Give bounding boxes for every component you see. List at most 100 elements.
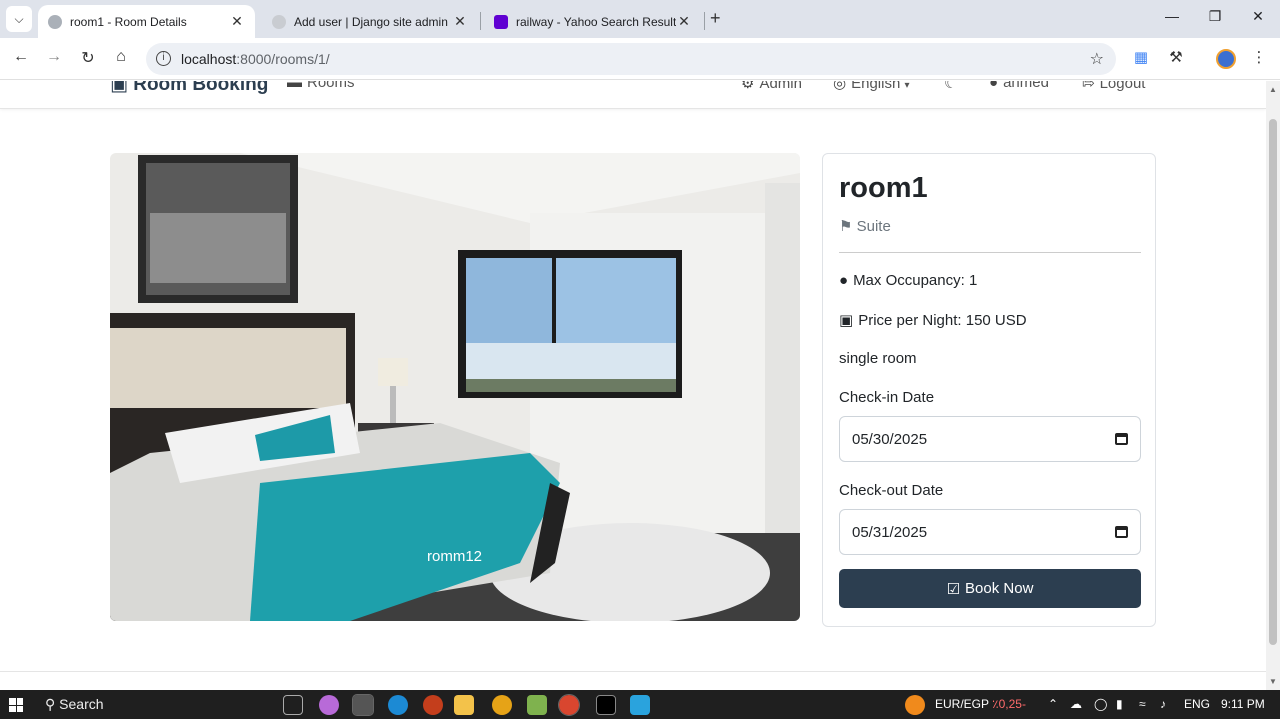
globe-icon (272, 14, 286, 29)
image-caption: romm12 (427, 548, 483, 565)
windows-start-icon[interactable] (9, 698, 23, 712)
search-icon: ⚲ (45, 696, 56, 712)
minimize-icon[interactable]: — (1162, 8, 1182, 24)
tab-title: Add user | Django site admin (294, 14, 448, 29)
calendar-icon[interactable] (1115, 526, 1128, 538)
copilot-icon[interactable] (319, 695, 339, 715)
currency-widget-icon[interactable] (905, 695, 925, 715)
translate-icon[interactable]: ▦ (1130, 48, 1152, 66)
checkin-date-input[interactable]: 05/30/2025 (839, 416, 1141, 462)
wifi-icon[interactable]: ≈ (1139, 697, 1146, 711)
checkout-value: 05/31/2025 (852, 523, 928, 541)
chrome-active-icon[interactable] (558, 694, 580, 716)
checkin-label: Check-in Date (839, 389, 935, 406)
calendar-check-icon: ☑ (946, 580, 961, 598)
site-info-icon[interactable]: i (156, 51, 171, 66)
bookmark-star-icon[interactable]: ☆ (1090, 49, 1104, 69)
nav-language-dropdown[interactable]: ◎ English ▾ (833, 81, 910, 92)
terminal-icon[interactable] (596, 695, 616, 715)
brand-text: Room Booking (133, 81, 269, 95)
home-icon[interactable]: ⌂ (110, 48, 132, 66)
tab-django-admin[interactable]: Add user | Django site admin ✕ (262, 5, 478, 38)
calendar-icon[interactable] (1115, 433, 1128, 445)
profile-avatar[interactable] (1216, 49, 1236, 69)
nav-admin-link[interactable]: ⚙ Admin (741, 81, 802, 92)
logout-icon: ⇰ (1082, 81, 1095, 92)
hotel-icon: ▣ (110, 81, 128, 95)
close-icon[interactable]: ✕ (452, 13, 468, 30)
scroll-up-icon[interactable]: ▲ (1269, 85, 1277, 94)
currency-widget[interactable]: EUR/EGP ٪0,25- (935, 697, 1026, 711)
tab-search-button[interactable]: ⌵ (6, 6, 32, 32)
edge-icon[interactable] (388, 695, 408, 715)
moon-icon: ☾ (944, 81, 958, 92)
tab-divider (704, 12, 705, 30)
page-scrollbar[interactable]: ▲ ▼ (1266, 81, 1280, 690)
browser-tab-strip: ⌵ room1 - Room Details ✕ Add user | Djan… (0, 0, 1280, 38)
nav-language-label: English (851, 81, 901, 92)
window-close-icon[interactable]: ✕ (1248, 8, 1268, 25)
room-category-label: Suite (856, 218, 891, 235)
menu-kebab-icon[interactable]: ⋮ (1248, 48, 1270, 66)
checkout-date-input[interactable]: 05/31/2025 (839, 509, 1141, 555)
back-icon[interactable]: ← (10, 48, 32, 66)
close-icon[interactable]: ✕ (676, 13, 692, 30)
device-icon[interactable]: ◯ (1094, 697, 1107, 711)
cogs-icon: ⚙ (741, 81, 755, 92)
user-icon: ● (989, 81, 999, 91)
tray-overflow-icon[interactable]: ⌃ (1048, 697, 1058, 711)
forward-icon[interactable]: → (43, 48, 65, 66)
tab-room-details[interactable]: room1 - Room Details ✕ (38, 5, 255, 38)
tag-icon: ⚑ (839, 218, 853, 235)
scroll-thumb[interactable] (1269, 119, 1277, 645)
site-navbar: ▣ Room Booking ▬ Rooms ⚙ Admin ◎ English ▾ … (0, 81, 1266, 109)
close-icon[interactable]: ✕ (229, 13, 245, 30)
nav-admin-label: Admin (759, 81, 802, 92)
chrome-icon[interactable] (492, 695, 512, 715)
nav-logout-label: Logout (1099, 81, 1146, 92)
dark-mode-toggle[interactable]: ☾ (944, 81, 957, 92)
clock[interactable]: 9:11 PM (1221, 697, 1265, 711)
bed-icon: ▬ (287, 81, 302, 91)
web-page: ▣ Room Booking ▬ Rooms ⚙ Admin ◎ English ▾ … (0, 81, 1266, 690)
notepad-icon[interactable] (527, 695, 547, 715)
extensions-icon[interactable]: ⚒ (1165, 48, 1187, 66)
checkin-value: 05/30/2025 (852, 430, 928, 448)
nav-rooms-link[interactable]: ▬ Rooms (287, 81, 355, 91)
nav-logout-link[interactable]: ⇰ Logout (1082, 81, 1145, 92)
footer-divider (0, 671, 1266, 672)
battery-icon[interactable]: ▮ (1116, 697, 1123, 711)
task-view-icon[interactable] (283, 695, 303, 715)
divider (839, 252, 1141, 253)
reload-icon[interactable]: ↻ (77, 48, 99, 68)
restore-icon[interactable]: ❐ (1205, 8, 1225, 25)
settings-icon[interactable] (352, 694, 374, 716)
chevron-down-icon: ▾ (904, 81, 910, 91)
price-text: Price per Night: 150 USD (858, 312, 1027, 329)
tab-title: room1 - Room Details (70, 14, 187, 29)
url-path: :8000/rooms/1/ (236, 51, 330, 67)
telegram-icon[interactable] (630, 695, 650, 715)
globe-icon: ◎ (833, 81, 847, 92)
globe-icon (48, 14, 62, 29)
url-text[interactable]: localhost:8000/rooms/1/ (181, 51, 330, 67)
volume-icon[interactable]: ♪ (1160, 697, 1166, 711)
scroll-down-icon[interactable]: ▼ (1269, 677, 1277, 686)
nav-user-link[interactable]: ● ahmed (989, 81, 1049, 91)
room-title: room1 (839, 172, 928, 204)
input-language[interactable]: ENG (1184, 697, 1210, 711)
new-tab-button[interactable]: + (710, 8, 721, 29)
room-description: single room (839, 350, 917, 367)
room-category: ⚑ Suite (839, 217, 891, 235)
brand-link[interactable]: ▣ Room Booking (110, 81, 268, 96)
book-now-button[interactable]: ☑ Book Now (839, 569, 1141, 608)
powerpoint-icon[interactable] (423, 695, 443, 715)
tab-divider (480, 12, 481, 30)
address-bar[interactable]: i localhost:8000/rooms/1/ ☆ (146, 43, 1116, 75)
taskbar-search-label: Search (59, 696, 104, 712)
file-explorer-icon[interactable] (454, 695, 474, 715)
tab-yahoo-search[interactable]: railway - Yahoo Search Results ✕ (484, 5, 702, 38)
taskbar-search[interactable]: ⚲ Search (45, 696, 104, 713)
checkout-label: Check-out Date (839, 482, 944, 499)
cloud-icon[interactable]: ☁ (1070, 697, 1082, 711)
